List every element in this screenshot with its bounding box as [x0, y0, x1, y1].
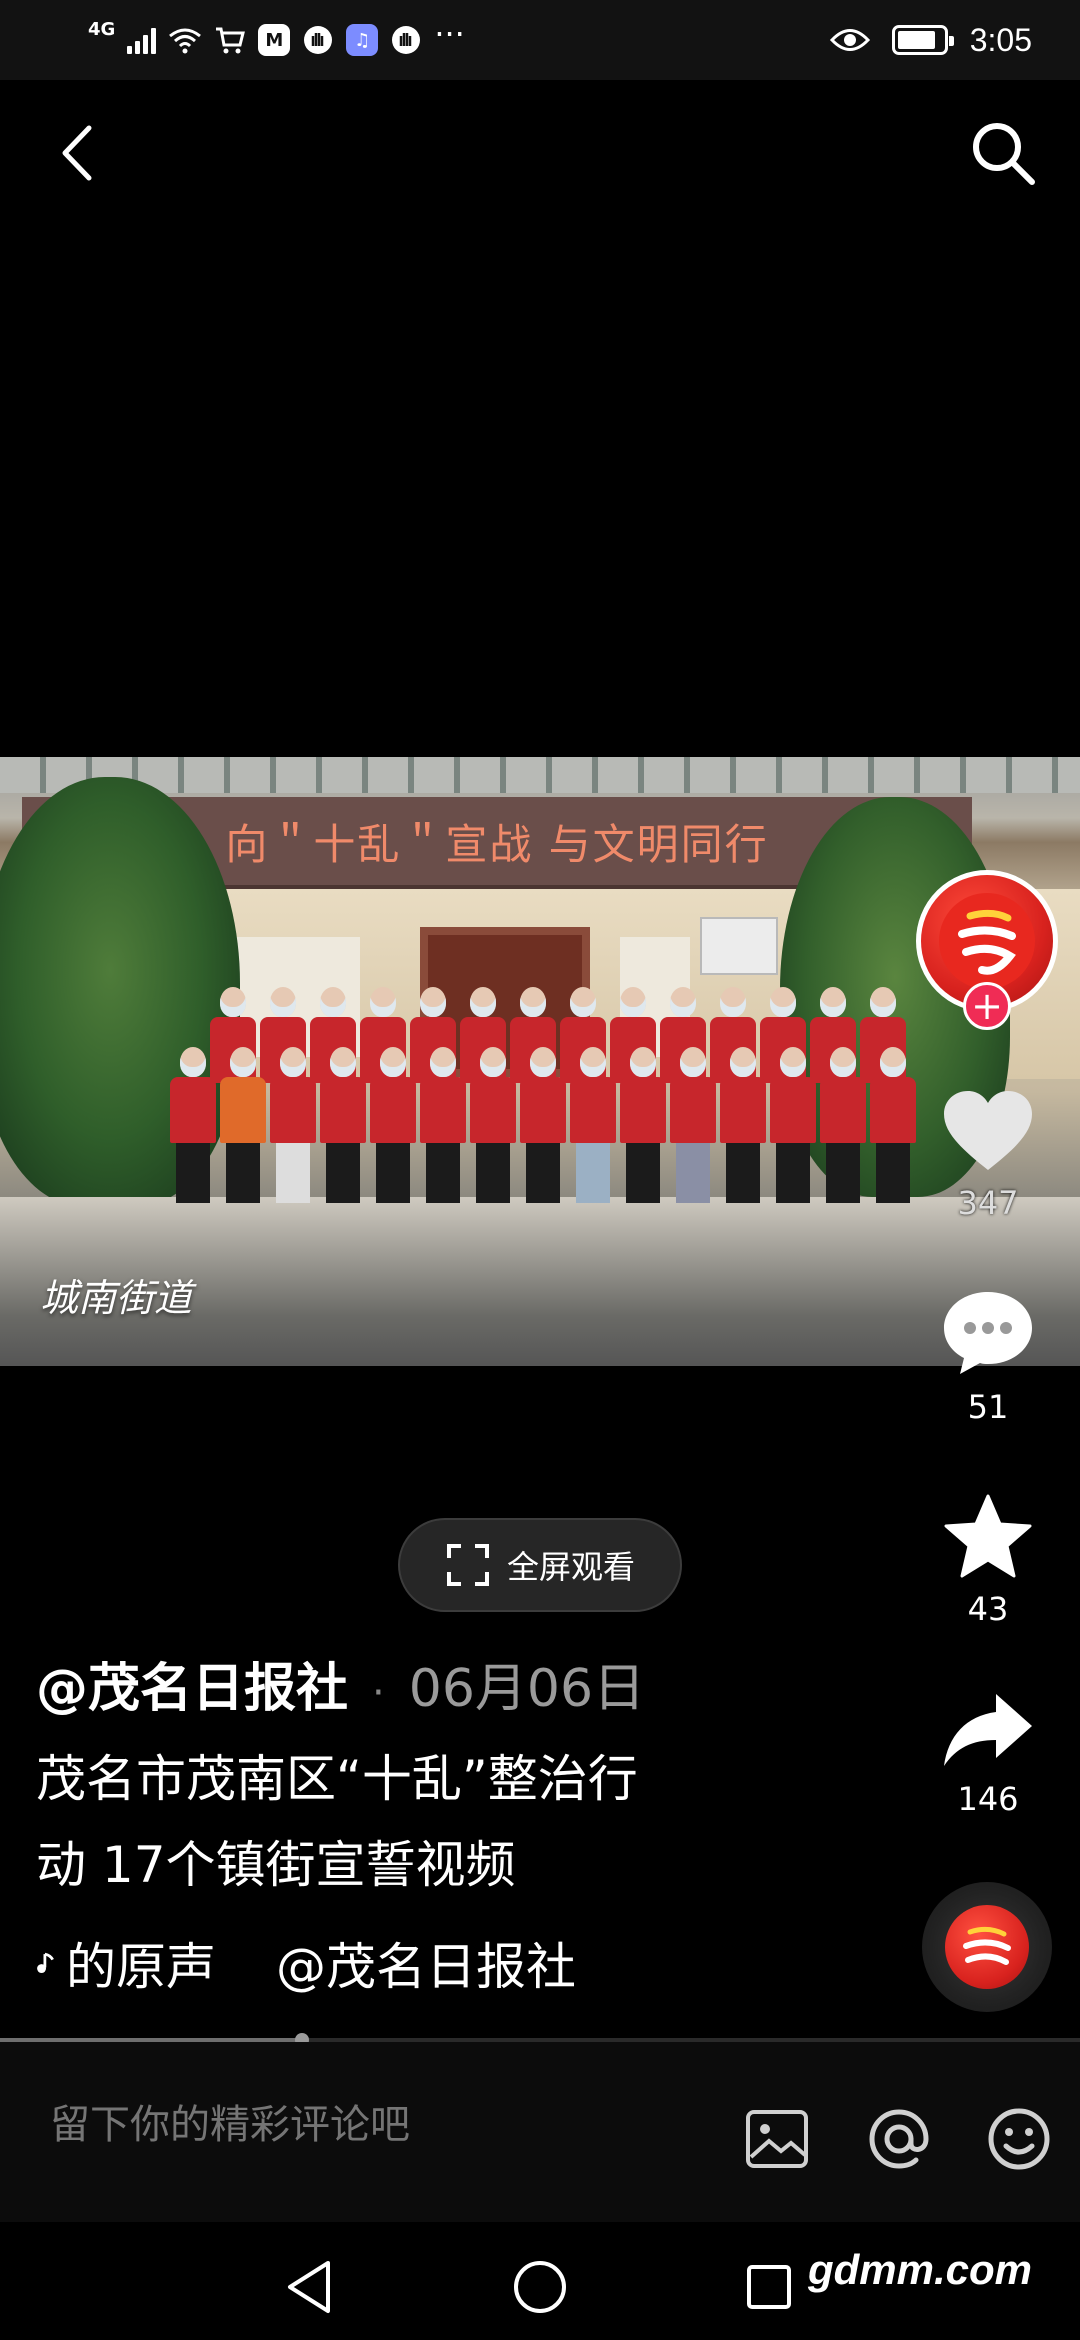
comment-count: 51 — [967, 1388, 1009, 1426]
favorite-count: 43 — [967, 1590, 1009, 1628]
network-type: 4G — [88, 19, 116, 40]
search-button[interactable] — [968, 118, 1038, 188]
video-player[interactable]: 向＂十乱＂宣战 与文明同行 城南街道 — [0, 757, 1080, 1366]
status-bar: 4G M ♫ ··· 3:05 — [0, 0, 1080, 80]
publisher-logo-icon — [939, 893, 1035, 989]
video-building — [0, 757, 1080, 793]
share-button[interactable]: 146 — [918, 1690, 1058, 1818]
fullscreen-button[interactable]: 全屏观看 — [398, 1518, 682, 1612]
favorite-button[interactable]: 43 — [918, 1492, 1058, 1628]
follow-button[interactable]: + — [963, 982, 1011, 1030]
music-disc[interactable] — [922, 1882, 1052, 2012]
emoji-icon — [988, 2108, 1050, 2170]
back-arrow-icon — [62, 125, 92, 181]
wifi-icon — [169, 28, 202, 54]
hand-icon — [304, 26, 333, 54]
music-app-icon: ♫ — [346, 24, 379, 56]
video-description: 茂名市茂南区“十乱”整治行 动 17个镇街宣誓视频 — [36, 1736, 756, 1908]
nav-back-button[interactable] — [274, 2252, 344, 2322]
description-line: 动 17个镇街宣誓视频 — [36, 1836, 516, 1894]
image-icon — [746, 2110, 808, 2168]
clock: 3:05 — [969, 21, 1032, 58]
comment-button[interactable]: 51 — [918, 1288, 1058, 1426]
share-arrow-icon — [944, 1694, 1032, 1766]
description-line: 茂名市茂南区“十乱”整治行 — [36, 1750, 638, 1808]
cart-icon — [216, 27, 246, 54]
video-watermark: 城南街道 — [40, 1276, 193, 1320]
post-date: 06月06日 — [408, 1659, 646, 1719]
fullscreen-icon — [446, 1544, 489, 1586]
fullscreen-label: 全屏观看 — [506, 1548, 635, 1586]
heart-icon — [944, 1091, 1032, 1170]
signal-icon — [127, 26, 157, 54]
publisher-logo-icon — [963, 1926, 1011, 1965]
circle-home-icon — [514, 2261, 566, 2313]
like-button[interactable]: 347 — [918, 1088, 1058, 1222]
mention-button[interactable] — [864, 2104, 934, 2174]
comment-input[interactable] — [50, 2102, 690, 2148]
author-avatar-group: + — [916, 870, 1058, 1040]
star-icon — [944, 1494, 1032, 1578]
video-crowd — [170, 987, 950, 1277]
video-air-conditioner — [700, 917, 778, 975]
hand-icon — [392, 26, 421, 54]
image-button[interactable] — [742, 2104, 812, 2174]
music-author: @茂名日报社 — [276, 1938, 576, 1996]
site-watermark: gdmm.com — [807, 2246, 1032, 2293]
nav-home-button[interactable] — [505, 2252, 575, 2322]
back-button[interactable] — [48, 118, 104, 188]
at-icon — [869, 2109, 929, 2169]
video-banner-text: 向＂十乱＂宣战 与文明同行 — [225, 819, 769, 869]
app-notification-icon: M — [258, 24, 291, 56]
square-recents-icon — [747, 2265, 791, 2309]
comment-bubble-icon — [944, 1292, 1032, 1374]
search-icon — [973, 123, 1035, 185]
comment-bar — [0, 2042, 1080, 2222]
music-title: 的原声 — [66, 1938, 216, 1996]
author-name[interactable]: @茂名日报社 — [36, 1646, 348, 1721]
author-line: @茂名日报社 · 06月06日 — [36, 1646, 645, 1721]
triangle-back-icon — [288, 2261, 330, 2313]
emoji-button[interactable] — [984, 2104, 1054, 2174]
battery-icon — [891, 25, 954, 55]
status-right: 3:05 — [829, 16, 1032, 64]
separator: · — [372, 1670, 385, 1716]
like-count: 347 — [957, 1184, 1019, 1222]
nav-recents-button[interactable] — [734, 2252, 804, 2322]
more-notifications-icon: ··· — [434, 15, 465, 53]
music-note-icon — [37, 1952, 54, 1973]
music-info[interactable]: 的原声 @茂名日报社 — [36, 1928, 576, 1998]
share-count: 146 — [957, 1780, 1019, 1818]
eye-icon — [829, 29, 870, 51]
status-left: 4G M ♫ ··· — [88, 18, 465, 62]
